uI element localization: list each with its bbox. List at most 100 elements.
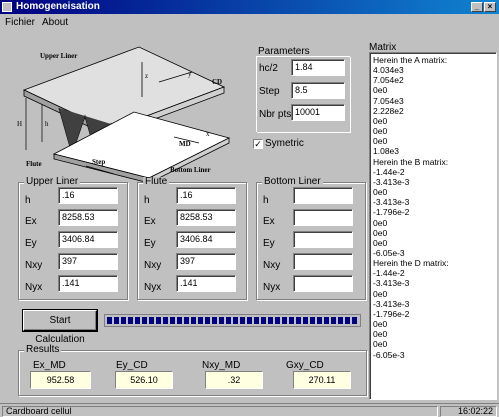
- bottom-field-ex[interactable]: [293, 209, 353, 226]
- progress-block: [233, 317, 238, 324]
- bottom-label-ey: Ey: [263, 238, 275, 249]
- param-label-step: Step: [259, 86, 280, 97]
- calculation-progress: [104, 314, 361, 327]
- matrix-line: 0e0: [373, 329, 388, 340]
- param-field-nbrpts[interactable]: 10001: [291, 104, 345, 121]
- upper-field-nxy[interactable]: 397: [58, 253, 118, 270]
- progress-block: [149, 317, 154, 324]
- diagram-label-z: z: [145, 72, 148, 80]
- matrix-line: 0e0: [373, 187, 388, 198]
- bottom-label-ex: Ex: [263, 216, 275, 227]
- menu-about[interactable]: About: [42, 15, 68, 30]
- menu-fichier[interactable]: Fichier: [5, 15, 35, 30]
- matrix-line: 0e0: [373, 85, 388, 96]
- matrix-line: 2.228e2: [373, 105, 404, 116]
- upper-label-h: h: [25, 195, 31, 206]
- checkmark-icon: ✓: [254, 139, 262, 149]
- start-calculation-button[interactable]: Start Calculation: [22, 309, 98, 345]
- upper-label-nyx: Nyx: [25, 282, 43, 293]
- diagram-label-x: x: [206, 130, 210, 138]
- diagram-label-h-big: H: [17, 120, 22, 128]
- result-value-gxy-cd: 270.11: [293, 371, 351, 389]
- upper-field-nyx[interactable]: .141: [58, 275, 118, 292]
- bottom-field-ey[interactable]: [293, 231, 353, 248]
- flute-label-nyx: Nyx: [144, 282, 162, 293]
- diagram-label-y: y: [188, 70, 192, 78]
- progress-block: [212, 317, 217, 324]
- matrix-line: -1.44e-2: [373, 268, 405, 279]
- progress-block: [107, 317, 112, 324]
- group-upper-liner-title: Upper Liner: [24, 176, 81, 187]
- param-field-step[interactable]: 8.5: [291, 82, 345, 99]
- bottom-label-h: h: [263, 195, 269, 206]
- diagram-label-md: MD: [179, 140, 191, 148]
- progress-block: [163, 317, 168, 324]
- window-title: Homogeneisation: [16, 1, 100, 12]
- bottom-field-nyx[interactable]: [293, 275, 353, 292]
- progress-block: [289, 317, 294, 324]
- progress-block: [205, 317, 210, 324]
- flute-field-ey[interactable]: 3406.84: [176, 231, 236, 248]
- results-title: Results: [24, 344, 62, 355]
- progress-block: [247, 317, 252, 324]
- flute-field-ex[interactable]: 8258.53: [176, 209, 236, 226]
- param-field-hc2[interactable]: 1.84: [291, 59, 345, 76]
- matrix-line: 7.054e3: [373, 95, 404, 106]
- matrix-line: -1.796e-2: [373, 308, 410, 319]
- status-time: 16:02:22: [440, 406, 497, 417]
- progress-block: [352, 317, 357, 324]
- diagram-label-flute: Flute: [26, 160, 42, 168]
- progress-fill: [107, 317, 358, 324]
- menu-bar: Fichier About: [0, 15, 499, 30]
- progress-block: [268, 317, 273, 324]
- progress-block: [338, 317, 343, 324]
- close-button[interactable]: ×: [484, 2, 496, 12]
- matrix-line: -6.05e-3: [373, 349, 405, 360]
- symetric-checkbox[interactable]: ✓: [253, 139, 263, 149]
- matrix-line: -1.44e-2: [373, 166, 405, 177]
- result-label-nxy-md: Nxy_MD: [202, 360, 241, 371]
- bottom-label-nyx: Nyx: [263, 282, 281, 293]
- upper-field-ey[interactable]: 3406.84: [58, 231, 118, 248]
- matrix-line: -3.413e-3: [373, 278, 410, 289]
- upper-label-ey: Ey: [25, 238, 37, 249]
- progress-block: [310, 317, 315, 324]
- flute-field-nxy[interactable]: 397: [176, 253, 236, 270]
- progress-block: [303, 317, 308, 324]
- matrix-line: 0e0: [373, 237, 388, 248]
- cardboard-diagram: Upper Liner z y CD H h Flute Step x MD B…: [17, 46, 231, 184]
- flute-field-h[interactable]: .16: [176, 187, 236, 204]
- bottom-field-nxy[interactable]: [293, 253, 353, 270]
- matrix-line: 0e0: [373, 126, 388, 137]
- minimize-icon: _: [474, 2, 480, 11]
- progress-block: [296, 317, 301, 324]
- matrix-line: 0e0: [373, 115, 388, 126]
- progress-block: [135, 317, 140, 324]
- matrix-line: -3.413e-3: [373, 197, 410, 208]
- param-label-hc2: hc/2: [259, 63, 278, 74]
- bottom-field-h[interactable]: [293, 187, 353, 204]
- status-text: Cardboard cellul: [2, 406, 438, 417]
- bottom-label-nxy: Nxy: [263, 260, 281, 271]
- progress-block: [184, 317, 189, 324]
- upper-field-h[interactable]: .16: [58, 187, 118, 204]
- title-bar: Homogeneisation _ ×: [0, 0, 499, 14]
- matrix-line: 0e0: [373, 319, 388, 330]
- flute-label-ey: Ey: [144, 238, 156, 249]
- result-value-ey-cd: 526.10: [115, 371, 173, 389]
- upper-field-ex[interactable]: 8258.53: [58, 209, 118, 226]
- progress-block: [331, 317, 336, 324]
- diagram-label-cd: CD: [212, 78, 222, 86]
- minimize-button[interactable]: _: [471, 2, 483, 12]
- diagram-label-bottom-liner: Bottom Liner: [170, 166, 211, 174]
- progress-block: [114, 317, 119, 324]
- progress-block: [177, 317, 182, 324]
- progress-block: [191, 317, 196, 324]
- diagram-label-h-small: h: [45, 120, 49, 128]
- matrix-line: Herein the A matrix:: [373, 55, 448, 65]
- matrix-line: -6.05e-3: [373, 247, 405, 258]
- upper-label-nxy: Nxy: [25, 260, 43, 271]
- flute-field-nyx[interactable]: .141: [176, 275, 236, 292]
- matrix-output[interactable]: Herein the A matrix: 4.034e3 7.054e2 0e0 7.0…: [369, 52, 497, 400]
- matrix-line: -1.796e-2: [373, 207, 410, 218]
